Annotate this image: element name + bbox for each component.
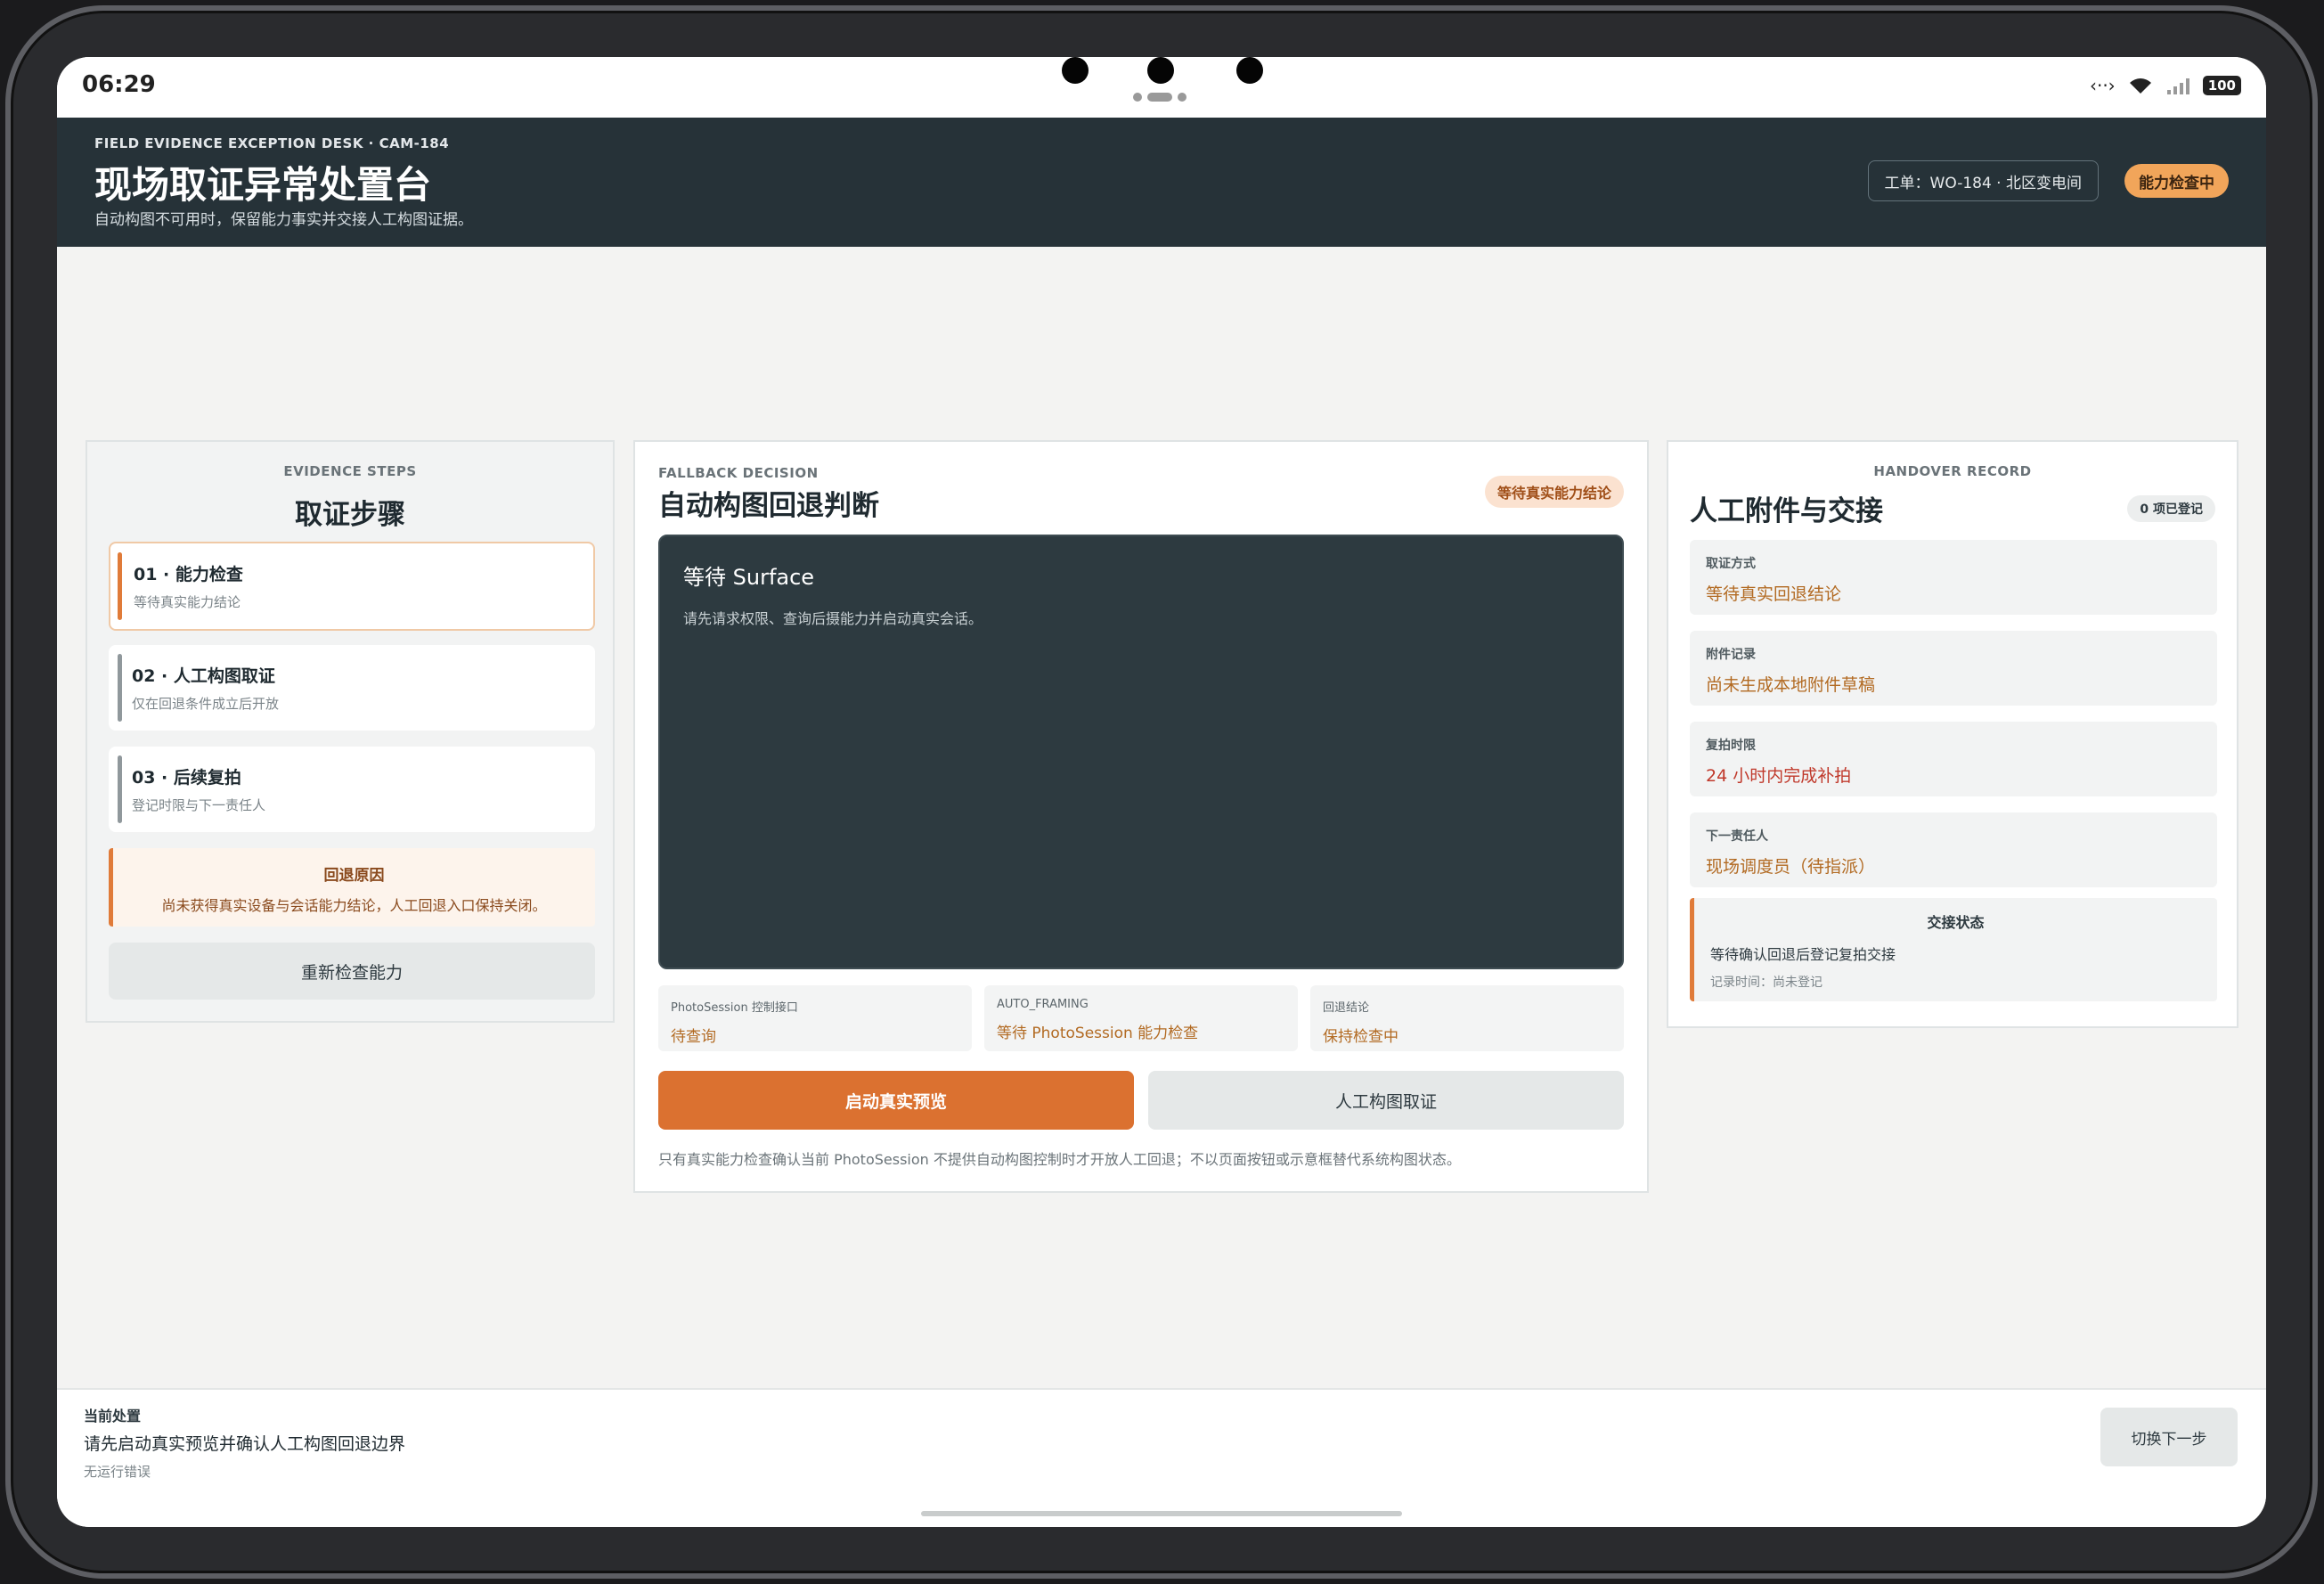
reason-text: 尚未获得真实设备与会话能力结论，人工回退入口保持关闭。 <box>161 897 547 914</box>
surface-title: 等待 Surface <box>683 565 815 590</box>
field-label: 取证方式 <box>1706 557 1756 571</box>
field-retake-deadline: 复拍时限 24 小时内完成补拍 <box>1690 722 2217 796</box>
field-next-owner: 下一责任人 现场调度员（待指派） <box>1690 812 2217 887</box>
field-value: 现场调度员（待指派） <box>1706 857 1876 877</box>
handover-title: 交接状态 <box>1927 914 1985 931</box>
work-order-chip: 工单：WO-184 · 北区变电间 <box>1867 160 2099 201</box>
fact-label: 回退结论 <box>1323 1001 1370 1015</box>
reason-title: 回退原因 <box>323 867 385 885</box>
fact-value: 等待 PhotoSession 能力检查 <box>997 1025 1199 1042</box>
clock: 06:29 <box>82 71 156 98</box>
current-action-info: 当前处置 请先启动真实预览并确认人工构图回退边界 无运行错误 <box>84 1404 405 1481</box>
panel-title: 自动构图回退判断 <box>658 490 879 522</box>
handover-record-panel: HANDOVER RECORD 人工附件与交接 0 项已登记 取证方式 等待真实… <box>1667 440 2238 1028</box>
registered-count-badge: 0 项已登记 <box>2127 495 2215 522</box>
panel-title: 取证步骤 <box>295 499 405 531</box>
field-label: 下一责任人 <box>1706 829 1768 844</box>
next-step-button[interactable]: 切换下一步 <box>2100 1408 2238 1466</box>
signal-icon <box>2166 78 2189 94</box>
step-subtitle: 仅在回退条件成立后开放 <box>132 696 280 712</box>
fact-fallback-conclusion: 回退结论 保持检查中 <box>1310 985 1624 1051</box>
field-value: 24 小时内完成补拍 <box>1706 766 1852 786</box>
fallback-decision-panel: FALLBACK DECISION 自动构图回退判断 等待真实能力结论 等待 S… <box>633 440 1649 1193</box>
runtime-error-text: 无运行错误 <box>84 1464 151 1480</box>
decision-note: 只有真实能力检查确认当前 PhotoSession 不提供自动构图控制时才开放人… <box>658 1151 1461 1168</box>
battery-icon: 100 <box>2202 76 2241 95</box>
current-action-label: 当前处置 <box>84 1408 142 1425</box>
record-time: 记录时间：尚未登记 <box>1710 976 1823 990</box>
awaiting-capability-badge: 等待真实能力结论 <box>1484 476 1624 508</box>
recheck-capability-button[interactable]: 重新检查能力 <box>109 943 595 1000</box>
handover-status: 交接状态 等待确认回退后登记复拍交接 记录时间：尚未登记 <box>1690 898 2217 1001</box>
step-title: 03 · 后续复拍 <box>132 768 241 788</box>
page-title: 现场取证异常处置台 <box>94 163 432 207</box>
header-eyebrow: FIELD EVIDENCE EXCEPTION DESK · CAM-184 <box>94 135 450 151</box>
step-title: 01 · 能力检查 <box>134 565 243 584</box>
field-label: 附件记录 <box>1706 648 1756 662</box>
panel-title: 人工附件与交接 <box>1690 495 1883 527</box>
surface-hint: 请先请求权限、查询后摄能力并启动真实会话。 <box>683 610 983 627</box>
fact-label: PhotoSession 控制接口 <box>671 1001 798 1015</box>
field-label: 复拍时限 <box>1706 739 1756 753</box>
page-subtitle: 自动构图不可用时，保留能力事实并交接人工构图证据。 <box>94 211 473 229</box>
current-action-text: 请先启动真实预览并确认人工构图回退边界 <box>84 1434 406 1454</box>
home-indicator[interactable] <box>921 1511 1402 1516</box>
step-title: 02 · 人工构图取证 <box>132 666 275 686</box>
status-badge: 能力检查中 <box>2124 164 2229 198</box>
step-capability-check[interactable]: 01 · 能力检查 等待真实能力结论 <box>109 542 595 631</box>
page-indicator <box>1133 93 1186 102</box>
camera-dot <box>1236 57 1263 84</box>
wifi-icon <box>2129 78 2151 94</box>
field-evidence-method: 取证方式 等待真实回退结论 <box>1690 540 2217 615</box>
handover-text: 等待确认回退后登记复拍交接 <box>1710 946 1896 963</box>
fact-auto-framing: AUTO_FRAMING 等待 PhotoSession 能力检查 <box>984 985 1298 1051</box>
fact-value: 保持检查中 <box>1323 1028 1398 1046</box>
step-retake[interactable]: 03 · 后续复拍 登记时限与下一责任人 <box>109 747 595 832</box>
panel-eyebrow: FALLBACK DECISION <box>658 465 819 481</box>
panel-eyebrow: HANDOVER RECORD <box>1873 463 2032 479</box>
camera-dot <box>1147 57 1174 84</box>
step-subtitle: 登记时限与下一责任人 <box>132 797 266 813</box>
evidence-steps-panel: EVIDENCE STEPS 取证步骤 01 · 能力检查 等待真实能力结论 0… <box>86 440 615 1023</box>
step-subtitle: 等待真实能力结论 <box>134 594 241 610</box>
fact-photosession-interface: PhotoSession 控制接口 待查询 <box>658 985 972 1051</box>
bottom-action-bar: 当前处置 请先启动真实预览并确认人工构图回退边界 无运行错误 切换下一步 <box>57 1388 2266 1527</box>
system-icons: ‹··› 100 <box>2090 75 2241 96</box>
camera-dot <box>1062 57 1089 84</box>
fact-label: AUTO_FRAMING <box>997 998 1089 1011</box>
fallback-reason: 回退原因 尚未获得真实设备与会话能力结论，人工回退入口保持关闭。 <box>109 848 595 927</box>
link-icon: ‹··› <box>2089 75 2116 96</box>
panel-eyebrow: EVIDENCE STEPS <box>283 463 417 479</box>
screen: 06:29 ‹··› 100 FIELD EVIDENCE EXCEPTION … <box>57 57 2266 1527</box>
step-manual-framing[interactable]: 02 · 人工构图取证 仅在回退条件成立后开放 <box>109 645 595 731</box>
camera-preview-surface[interactable]: 等待 Surface 请先请求权限、查询后摄能力并启动真实会话。 <box>658 535 1624 969</box>
fact-value: 待查询 <box>671 1028 716 1046</box>
app-header: FIELD EVIDENCE EXCEPTION DESK · CAM-184 … <box>57 118 2266 247</box>
field-attachment-record: 附件记录 尚未生成本地附件草稿 <box>1690 631 2217 706</box>
start-preview-button[interactable]: 启动真实预览 <box>658 1071 1134 1130</box>
field-value: 尚未生成本地附件草稿 <box>1706 675 1876 695</box>
field-value: 等待真实回退结论 <box>1706 584 1842 604</box>
manual-framing-button[interactable]: 人工构图取证 <box>1148 1071 1624 1130</box>
